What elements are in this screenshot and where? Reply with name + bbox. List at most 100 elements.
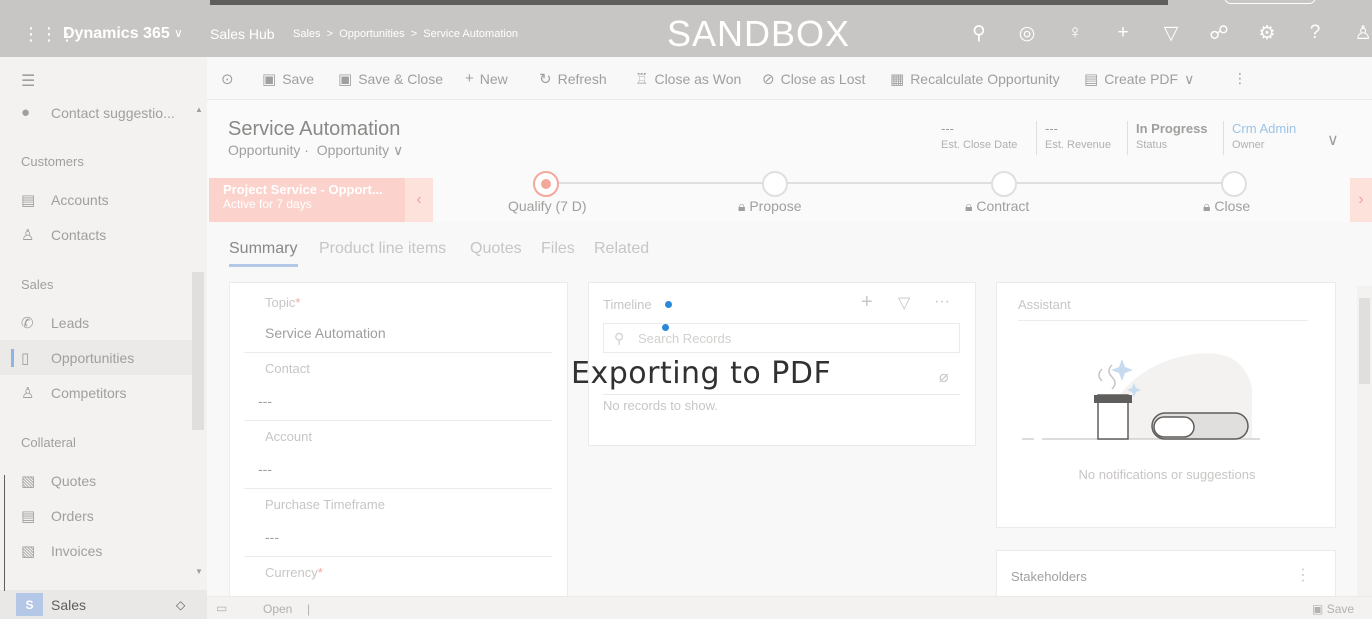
assistant-icon[interactable]: ☍ bbox=[1195, 22, 1243, 45]
gear-icon[interactable]: ⚙ bbox=[1243, 22, 1291, 45]
owner-link[interactable]: Crm Admin bbox=[1232, 121, 1296, 137]
scroll-down-icon[interactable]: ▼ bbox=[195, 567, 203, 576]
open-in-window-icon[interactable]: ▭ bbox=[216, 601, 227, 615]
more-icon[interactable]: ··· bbox=[934, 293, 950, 311]
chevron-down-icon[interactable]: ∨ bbox=[393, 142, 403, 158]
calculator-icon: ▦ bbox=[890, 71, 905, 88]
invoice-icon: ▧ bbox=[21, 542, 36, 560]
sidebar-item-contact-suggestions[interactable]: ● Contact suggestio... bbox=[0, 95, 192, 130]
lock-icon: 🔒︎ bbox=[965, 198, 973, 214]
record-title: Service Automation bbox=[228, 118, 401, 140]
create-pdf-button[interactable]: ▤ Create PDF ∨ bbox=[1084, 70, 1194, 89]
recalculate-button[interactable]: ▦ Recalculate Opportunity bbox=[890, 70, 1060, 88]
field-label: Purchase Timeframe bbox=[265, 497, 385, 512]
breadcrumb-item[interactable]: Service Automation bbox=[423, 28, 518, 40]
search-icon[interactable]: ⚲ bbox=[955, 22, 1003, 45]
sidebar-item-orders[interactable]: ▤ Orders bbox=[0, 498, 192, 533]
header-field: Crm Admin Owner bbox=[1223, 121, 1296, 155]
sidebar-item-invoices[interactable]: ▧ Invoices bbox=[0, 533, 192, 568]
hub-name[interactable]: Sales Hub bbox=[210, 26, 275, 42]
plus-icon[interactable]: + bbox=[861, 291, 873, 314]
close-won-button[interactable]: ♖ Close as Won bbox=[635, 70, 741, 88]
scrollbar-thumb[interactable] bbox=[1359, 298, 1370, 384]
statusbar-save-button[interactable]: ▣ Save bbox=[1312, 602, 1354, 616]
tab-quotes[interactable]: Quotes bbox=[470, 240, 522, 258]
breadcrumb-item[interactable]: Sales bbox=[293, 28, 321, 40]
process-name: Project Service - Opport... bbox=[223, 182, 383, 197]
hamburger-icon[interactable]: ☰ bbox=[21, 71, 35, 91]
loading-dot bbox=[665, 301, 672, 308]
plus-icon: + bbox=[465, 70, 474, 87]
new-button[interactable]: + New bbox=[465, 70, 508, 87]
breadcrumb-item[interactable]: Opportunities bbox=[339, 28, 404, 40]
form-body: Topic* Service Automation Contact --- Ac… bbox=[207, 274, 1372, 612]
sidebar-item-competitors[interactable]: ♙ Competitors bbox=[0, 375, 192, 410]
field-value: --- bbox=[265, 529, 279, 545]
sidebar-item-label: Leads bbox=[51, 314, 90, 331]
field-label: Topic* bbox=[265, 295, 301, 310]
block-icon: ⊘ bbox=[762, 71, 775, 88]
stage-label: 🔒︎ Contract bbox=[965, 198, 1030, 214]
area-switcher[interactable]: S Sales ◇ bbox=[0, 590, 207, 619]
scroll-up-icon[interactable]: ▲ bbox=[195, 105, 203, 114]
sidebar-item-leads[interactable]: ✆ Leads bbox=[0, 305, 192, 340]
previous-stage-icon[interactable]: ‹ bbox=[405, 178, 433, 222]
header-field-label: Status bbox=[1136, 139, 1168, 151]
assistant-empty: No notifications or suggestions bbox=[1078, 467, 1256, 482]
sidebar-item-opportunities[interactable]: ▯ Opportunities bbox=[0, 340, 192, 375]
close-lost-button[interactable]: ⊘ Close as Lost bbox=[762, 70, 865, 88]
stage-marker bbox=[991, 171, 1017, 197]
more-commands-icon[interactable]: ⋮ bbox=[1233, 70, 1247, 87]
more-icon[interactable]: ⋮ bbox=[1295, 565, 1311, 585]
save-label: Save bbox=[282, 71, 315, 87]
form-selector[interactable]: Opportunity bbox=[317, 142, 389, 158]
contact-field[interactable]: Contact --- bbox=[244, 353, 552, 421]
app-name[interactable]: Dynamics 365 bbox=[63, 25, 170, 43]
switch-area-icon: ◇ bbox=[176, 597, 186, 612]
chevron-down-icon[interactable]: ∨ bbox=[174, 26, 183, 40]
header-field-value: --- bbox=[941, 121, 954, 136]
refresh-icon: ↻ bbox=[539, 71, 552, 88]
sidebar-item-accounts[interactable]: ▤ Accounts bbox=[0, 182, 192, 217]
timeline-search-input[interactable]: ⚲ Search Records bbox=[603, 323, 960, 353]
refresh-button[interactable]: ↻ Refresh bbox=[539, 70, 607, 88]
purchase-timeframe-field[interactable]: Purchase Timeframe --- bbox=[244, 489, 552, 557]
task-icon[interactable]: ◎ bbox=[1003, 22, 1051, 45]
back-icon[interactable]: ⊙ bbox=[221, 70, 234, 88]
filter-icon[interactable]: ▽ bbox=[1147, 22, 1195, 45]
account-field[interactable]: Account --- bbox=[244, 421, 552, 489]
loading-dot bbox=[662, 324, 669, 331]
expand-header-icon[interactable]: ∨ bbox=[1327, 130, 1339, 150]
save-close-button[interactable]: ▣ Save & Close bbox=[338, 70, 443, 88]
save-close-label: Save & Close bbox=[358, 71, 444, 87]
tab-files[interactable]: Files bbox=[541, 240, 575, 258]
recalculate-label: Recalculate Opportunity bbox=[910, 71, 1060, 87]
attachment-icon[interactable]: ⌀ bbox=[939, 367, 949, 387]
lock-icon: 🔒︎ bbox=[1203, 198, 1211, 214]
summary-section: Topic* Service Automation Contact --- Ac… bbox=[229, 282, 568, 612]
process-duration: Active for 7 days bbox=[223, 197, 312, 211]
field-label: Currency* bbox=[265, 565, 323, 580]
window-edge bbox=[4, 475, 5, 591]
opportunity-icon: ▯ bbox=[21, 349, 30, 367]
sidebar-item-contacts[interactable]: ♙ Contacts bbox=[0, 217, 192, 252]
assistant-section: Assistant No notifications or suggestion… bbox=[996, 282, 1336, 528]
lightbulb-icon[interactable]: ♀ bbox=[1051, 22, 1099, 45]
tab-summary[interactable]: Summary bbox=[229, 240, 299, 267]
filter-icon[interactable]: ▽ bbox=[898, 293, 910, 313]
next-stage-icon[interactable]: › bbox=[1350, 178, 1372, 222]
active-process[interactable]: Project Service - Opport... Active for 7… bbox=[209, 178, 405, 222]
save-button[interactable]: ▣ Save bbox=[262, 70, 314, 88]
topic-field[interactable]: Topic* Service Automation bbox=[244, 283, 552, 353]
top-icons: ⚲ ◎ ♀ + ▽ ☍ ⚙ ? ♙ bbox=[955, 22, 1372, 45]
help-icon[interactable]: ? bbox=[1291, 22, 1339, 45]
plus-icon[interactable]: + bbox=[1099, 22, 1147, 45]
tab-product-line-items[interactable]: Product line items bbox=[319, 240, 446, 258]
tab-related[interactable]: Related bbox=[594, 240, 649, 258]
sidebar-scrollbar[interactable] bbox=[192, 272, 204, 430]
group-label: Customers bbox=[21, 154, 84, 169]
form-scrollbar[interactable] bbox=[1357, 286, 1372, 596]
user-icon[interactable]: ♙ bbox=[1339, 22, 1372, 45]
sidebar-item-quotes[interactable]: ▧ Quotes bbox=[0, 463, 192, 498]
sidebar-item-label: Orders bbox=[51, 507, 94, 524]
